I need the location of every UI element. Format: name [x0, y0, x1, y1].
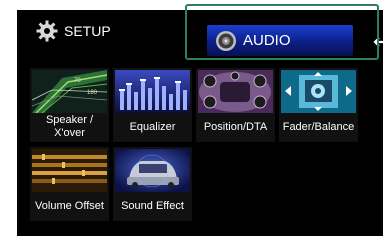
setup-title-label: SETUP	[64, 23, 111, 39]
volume-offset-button[interactable]: Volume Offset	[30, 147, 109, 221]
volume-offset-label: Volume Offset	[35, 200, 104, 212]
svg-text:180: 180	[87, 90, 98, 96]
setup-title: SETUP	[36, 20, 111, 42]
sound-effect-label: Sound Effect	[121, 200, 184, 212]
position-dta-button[interactable]: Position/DTA	[196, 68, 275, 142]
volume-offset-thumbnail	[32, 149, 107, 192]
speaker-xover-thumbnail: 70 180	[32, 70, 107, 113]
position-dta-thumbnail	[198, 70, 273, 113]
fader-balance-thumbnail	[281, 70, 356, 113]
fader-balance-label: Fader/Balance	[282, 121, 355, 133]
gear-icon	[36, 20, 58, 42]
sound-effect-button[interactable]: Sound Effect	[113, 147, 192, 221]
equalizer-label: Equalizer	[129, 121, 176, 133]
speaker-xover-button[interactable]: 70 180 Speaker / X'over	[30, 68, 109, 142]
position-dta-label: Position/DTA	[203, 121, 268, 133]
equalizer-button[interactable]: Equalizer	[113, 68, 192, 142]
fader-balance-button[interactable]: Fader/Balance	[279, 68, 358, 142]
equalizer-thumbnail	[115, 70, 190, 113]
sound-effect-thumbnail	[115, 149, 190, 192]
svg-text:70: 70	[74, 78, 81, 84]
audio-title-highlight	[185, 4, 379, 60]
speaker-xover-label: Speaker / X'over	[45, 113, 94, 139]
